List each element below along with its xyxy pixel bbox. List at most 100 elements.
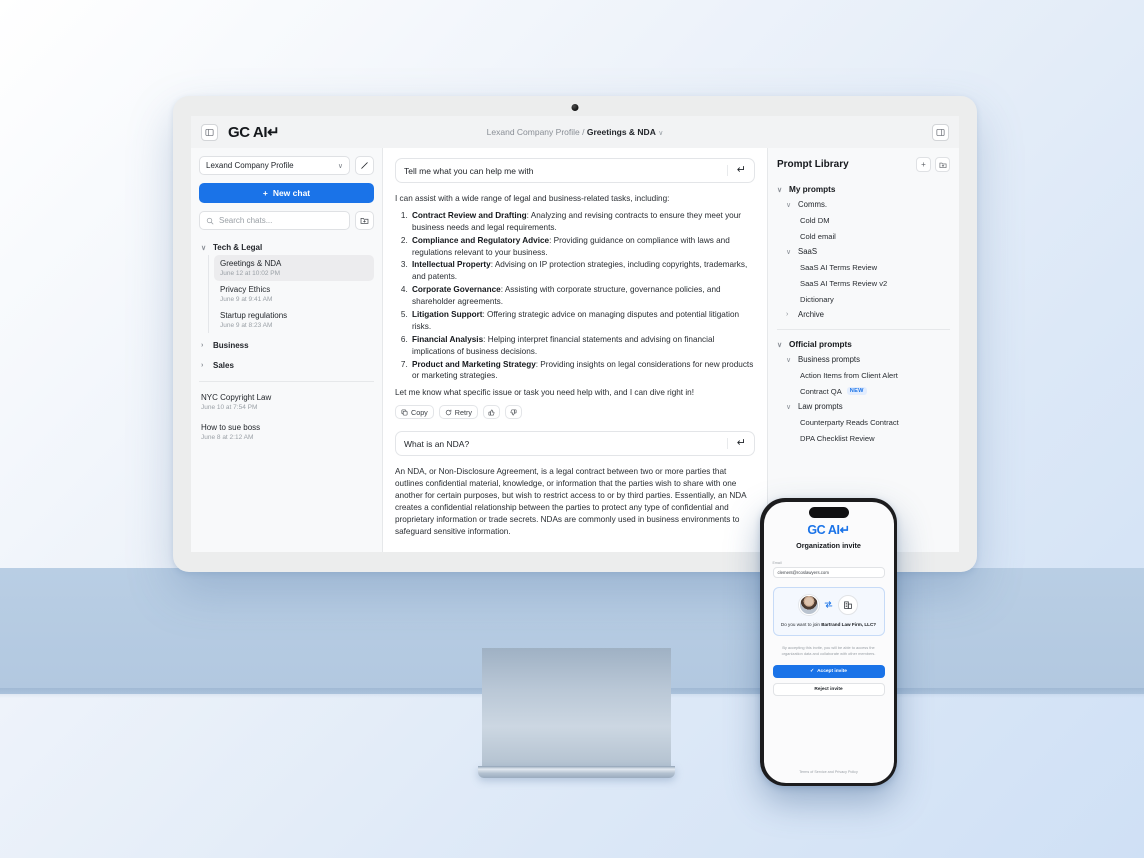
library-prompt-item[interactable]: Counterparty Reads Contract	[800, 414, 950, 430]
thumbs-up-icon	[488, 409, 495, 416]
new-folder-icon[interactable]	[935, 157, 950, 172]
library-subgroup-label: Archive	[798, 310, 824, 319]
list-item-title: Intellectual Property	[412, 260, 491, 270]
profile-row: Lexand Company Profile ∨	[199, 156, 374, 175]
chevron-icon: ∨	[777, 186, 783, 194]
chevron-icon: ∨	[786, 201, 792, 209]
library-section-label: My prompts	[789, 185, 836, 194]
library-subgroup-header[interactable]: ∨ SaaS	[786, 244, 950, 259]
reject-invite-label: Reject invite	[814, 687, 843, 693]
chat-item-date: June 9 at 8:23 AM	[220, 322, 273, 329]
library-prompt-item[interactable]: SaaS AI Terms Review	[800, 259, 950, 275]
organization-invite-card: Do you want to join Bartrand Law Firm, L…	[772, 586, 885, 636]
chevron-icon: ›	[201, 342, 204, 349]
library-subgroup-header[interactable]: ∨ Business prompts	[786, 352, 950, 367]
chat-group-header[interactable]: › Sales	[199, 358, 374, 373]
search-icon	[206, 217, 214, 225]
library-section-header[interactable]: ∨ Official prompts	[777, 337, 950, 352]
library-prompt-label: SaaS AI Terms Review v2	[800, 278, 888, 288]
library-prompt-label: DPA Checklist Review	[800, 433, 875, 443]
library-prompt-item[interactable]: Dictionary	[800, 291, 950, 307]
assistant-list-item: Litigation Support: Offering strategic a…	[410, 309, 755, 333]
building-icon	[838, 594, 858, 615]
copy-button[interactable]: Copy	[395, 405, 434, 420]
plus-icon[interactable]: +	[916, 157, 931, 172]
phone-screen: GC AI↵ Organization invite Email clement…	[763, 501, 894, 783]
assistant-list-item: Compliance and Regulatory Advice: Provid…	[410, 235, 755, 259]
brand-text: GC AI	[228, 124, 268, 141]
library-section-label: Official prompts	[789, 340, 852, 349]
assistant-list-item: Intellectual Property: Advising on IP pr…	[410, 259, 755, 283]
app-brand: GC AI↵	[228, 123, 280, 141]
chevron-down-icon[interactable]: ∨	[658, 130, 663, 137]
breadcrumb-parent[interactable]: Lexand Company Profile	[487, 127, 580, 137]
library-prompt-item[interactable]: Action Items from Client Alert	[800, 367, 950, 383]
library-prompt-item[interactable]: Cold email	[800, 228, 950, 244]
chevron-icon: ›	[786, 311, 789, 318]
accept-invite-button[interactable]: ✓ Accept invite	[772, 665, 885, 679]
chat-list-item[interactable]: Greetings & NDA June 12 at 10:02 PM	[214, 255, 374, 281]
chat-group-header[interactable]: › Business	[199, 338, 374, 353]
library-subgroup-header[interactable]: › Archive	[786, 307, 950, 322]
phone-notch	[808, 506, 849, 518]
email-field[interactable]: clement@rcoslawyers.com	[772, 566, 885, 578]
library-subgroup-label: SaaS	[798, 247, 818, 256]
library-subgroup-header[interactable]: ∨ Comms.	[786, 197, 950, 212]
plus-icon: +	[262, 188, 268, 198]
prompt-library-title: Prompt Library	[777, 159, 849, 170]
thumbs-down-button[interactable]	[504, 405, 522, 420]
chat-list-item[interactable]: How to sue boss June 8 at 2:12 AM	[199, 419, 374, 445]
reject-invite-button[interactable]: Reject invite	[772, 683, 885, 697]
pencil-icon[interactable]	[355, 156, 374, 175]
phone-brand-enter-glyph: ↵	[839, 522, 850, 537]
library-subgroup-label: Business prompts	[798, 355, 860, 364]
library-prompt-item[interactable]: Cold DM	[800, 212, 950, 228]
invite-question: Do you want to join Bartrand Law Firm, L…	[780, 622, 878, 628]
new-folder-icon[interactable]	[355, 211, 374, 230]
assistant-intro: I can assist with a wide range of legal …	[395, 194, 670, 203]
library-prompt-item[interactable]: SaaS AI Terms Review v2	[800, 275, 950, 291]
library-prompt-item[interactable]: DPA Checklist Review	[800, 430, 950, 446]
thumbs-up-button[interactable]	[482, 405, 500, 420]
phone-brand: GC AI↵	[773, 522, 885, 537]
library-subgroup-header[interactable]: ∨ Law prompts	[786, 399, 950, 414]
retry-button[interactable]: Retry	[438, 405, 478, 420]
library-prompt-item[interactable]: Contract QA NEW	[800, 383, 950, 399]
thumbs-down-icon	[510, 409, 517, 416]
new-chat-button[interactable]: + New chat	[199, 183, 374, 203]
profile-select[interactable]: Lexand Company Profile ∨	[199, 156, 350, 175]
library-prompt-label: Contract QA	[800, 386, 842, 396]
chat-scroll-area[interactable]: Tell me what you can help me with ↵ I ca…	[395, 158, 755, 542]
chat-list-item[interactable]: Startup regulations June 9 at 8:23 AM	[214, 307, 374, 333]
library-section-header[interactable]: ∨ My prompts	[777, 182, 950, 197]
chat-group-label: Tech & Legal	[213, 243, 263, 252]
chat-list-item[interactable]: NYC Copyright Law June 10 at 7:54 PM	[199, 389, 374, 415]
accept-invite-label: Accept invite	[817, 669, 847, 675]
chat-list-item[interactable]: Privacy Ethics June 9 at 9:41 AM	[214, 281, 374, 307]
panel-left-icon[interactable]	[201, 123, 218, 141]
search-input[interactable]: Search chats...	[199, 211, 350, 230]
app-header: GC AI↵ Lexand Company Profile / Greeting…	[191, 116, 959, 148]
library-prompt-label: SaaS AI Terms Review	[800, 262, 878, 272]
divider	[777, 329, 950, 330]
email-field-value: clement@rcoslawyers.com	[777, 569, 829, 575]
assistant-outro: Let me know what specific issue or task …	[395, 388, 695, 398]
message-actions: Copy Retry	[395, 405, 755, 420]
library-prompt-label: Action Items from Client Alert	[800, 370, 898, 380]
webcam-icon	[571, 104, 579, 111]
header-right-actions	[932, 123, 949, 141]
list-item-title: Product and Marketing Strategy	[412, 359, 536, 369]
chat-item-title: How to sue boss	[201, 423, 261, 432]
legal-footer-link[interactable]: Terms of Service and Privacy Policy	[773, 770, 885, 783]
invite-org-name: Bartrand Law Firm, LLC?	[821, 621, 877, 627]
breadcrumb-current[interactable]: Greetings & NDA	[587, 127, 656, 137]
panel-right-icon[interactable]	[932, 123, 949, 141]
chat-group-header[interactable]: ∨ Tech & Legal	[199, 240, 374, 255]
chevron-icon: ∨	[201, 244, 207, 252]
breadcrumb: Lexand Company Profile / Greetings & NDA…	[191, 127, 959, 137]
chat-item-title: Startup regulations	[220, 311, 288, 320]
assistant-message: An NDA, or Non-Disclosure Agreement, is …	[395, 466, 755, 537]
email-field-label: Email	[772, 560, 782, 565]
assistant-list-item: Corporate Governance: Assisting with cor…	[410, 284, 755, 308]
user-message-text: What is an NDA?	[404, 438, 470, 449]
